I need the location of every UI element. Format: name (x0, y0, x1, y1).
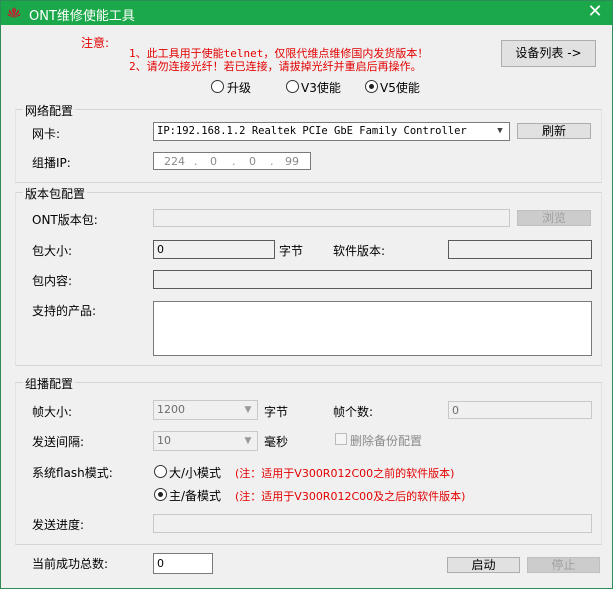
ip-octet-4: 99 (285, 155, 299, 168)
software-version-input[interactable] (448, 240, 592, 259)
refresh-button[interactable]: 刷新 (517, 123, 591, 139)
frame-count-value: 0 (452, 404, 459, 417)
success-total-input[interactable]: 0 (153, 553, 213, 574)
package-size-value: 0 (157, 243, 164, 256)
package-content-label: 包内容: (32, 274, 73, 288)
ip-octet-3: 0 (249, 155, 256, 168)
stop-button[interactable]: 停止 (527, 557, 600, 573)
app-window: ONT维修使能工具 ✕ 注意: 1、此工具用于使能telnet，仅限代维点维修国… (0, 0, 613, 589)
window-title: ONT维修使能工具 (29, 9, 135, 24)
frame-count-input[interactable]: 0 (448, 401, 592, 419)
multicast-ip-label: 组播IP: (32, 156, 71, 170)
chevron-down-icon: ▼ (244, 436, 252, 446)
package-size-label: 包大小: (32, 244, 73, 258)
frame-count-label: 帧个数: (333, 405, 374, 419)
package-size-input[interactable]: 0 (153, 240, 275, 259)
send-interval-select[interactable]: 10 ▼ (153, 431, 258, 451)
multicast-ip-input[interactable]: 224 . 0 . 0 . 99 (153, 152, 311, 170)
supported-products-textarea[interactable] (153, 301, 592, 356)
ip-dot: . (194, 155, 198, 168)
send-progress-bar (153, 514, 592, 533)
chevron-down-icon: ▼ (497, 126, 503, 136)
package-content-input[interactable] (153, 270, 592, 289)
mode-label-v5: V5使能 (380, 81, 420, 95)
title-bar[interactable]: ONT维修使能工具 ✕ (1, 1, 612, 25)
mode-radio-upgrade[interactable] (211, 80, 224, 93)
ont-package-input[interactable] (153, 209, 510, 227)
package-size-unit: 字节 (279, 244, 304, 258)
flash-mode-note-large-small: (注：适用于V300R012C00之前的软件版本) (235, 467, 455, 480)
start-button[interactable]: 启动 (447, 557, 520, 573)
ont-package-label: ONT版本包: (32, 213, 98, 227)
package-config-title: 版本包配置 (23, 185, 88, 202)
supported-products-label: 支持的产品: (32, 304, 97, 318)
frame-size-unit: 字节 (264, 405, 289, 419)
chevron-down-icon: ▼ (244, 405, 252, 415)
ip-octet-1: 224 (164, 155, 185, 168)
frame-size-value: 1200 (157, 403, 185, 416)
mode-label-v3: V3使能 (301, 81, 341, 95)
ip-dot: . (232, 155, 236, 168)
delete-backup-label: 删除备份配置 (350, 434, 423, 448)
notice-label: 注意: (81, 36, 110, 50)
ip-octet-2: 0 (210, 155, 217, 168)
flash-mode-option-large-small: 大/小模式 (169, 466, 222, 480)
flash-mode-note-main-standby: (注：适用于V300R012C00及之后的软件版本) (235, 490, 466, 503)
ip-dot: . (270, 155, 274, 168)
delete-backup-checkbox[interactable] (335, 433, 347, 445)
nic-label: 网卡: (32, 127, 61, 141)
flash-mode-option-main-standby: 主/备模式 (169, 489, 222, 503)
mode-radio-v3[interactable] (286, 80, 299, 93)
flash-mode-radio-main-standby[interactable] (154, 488, 167, 501)
send-interval-value: 10 (157, 434, 171, 447)
flash-mode-label: 系统flash模式: (32, 466, 113, 480)
mode-label-upgrade: 升级 (227, 81, 252, 95)
frame-size-label: 帧大小: (32, 405, 73, 419)
browse-button[interactable]: 浏览 (517, 210, 591, 226)
notice-line-2: 2、请勿连接光纤！若已连接，请拔掉光纤并重启后再操作。 (129, 60, 422, 73)
send-progress-label: 发送进度: (32, 518, 85, 532)
frame-size-select[interactable]: 1200 ▼ (153, 400, 258, 420)
success-total-label: 当前成功总数: (32, 557, 109, 571)
software-version-label: 软件版本: (333, 244, 386, 258)
nic-select[interactable]: IP:192.168.1.2 Realtek PCIe GbE Family C… (153, 122, 510, 141)
nic-select-value: IP:192.168.1.2 Realtek PCIe GbE Family C… (157, 125, 467, 137)
device-list-button[interactable]: 设备列表 -> (501, 40, 596, 67)
huawei-logo-icon (7, 7, 21, 18)
multicast-config-title: 组播配置 (23, 375, 76, 392)
network-config-group (15, 109, 602, 183)
send-interval-label: 发送间隔: (32, 435, 85, 449)
send-interval-unit: 毫秒 (264, 435, 289, 449)
mode-radio-v5[interactable] (365, 80, 378, 93)
network-config-title: 网络配置 (23, 102, 76, 119)
flash-mode-radio-large-small[interactable] (154, 465, 167, 478)
close-icon[interactable]: ✕ (578, 1, 612, 25)
success-total-value: 0 (157, 557, 164, 570)
